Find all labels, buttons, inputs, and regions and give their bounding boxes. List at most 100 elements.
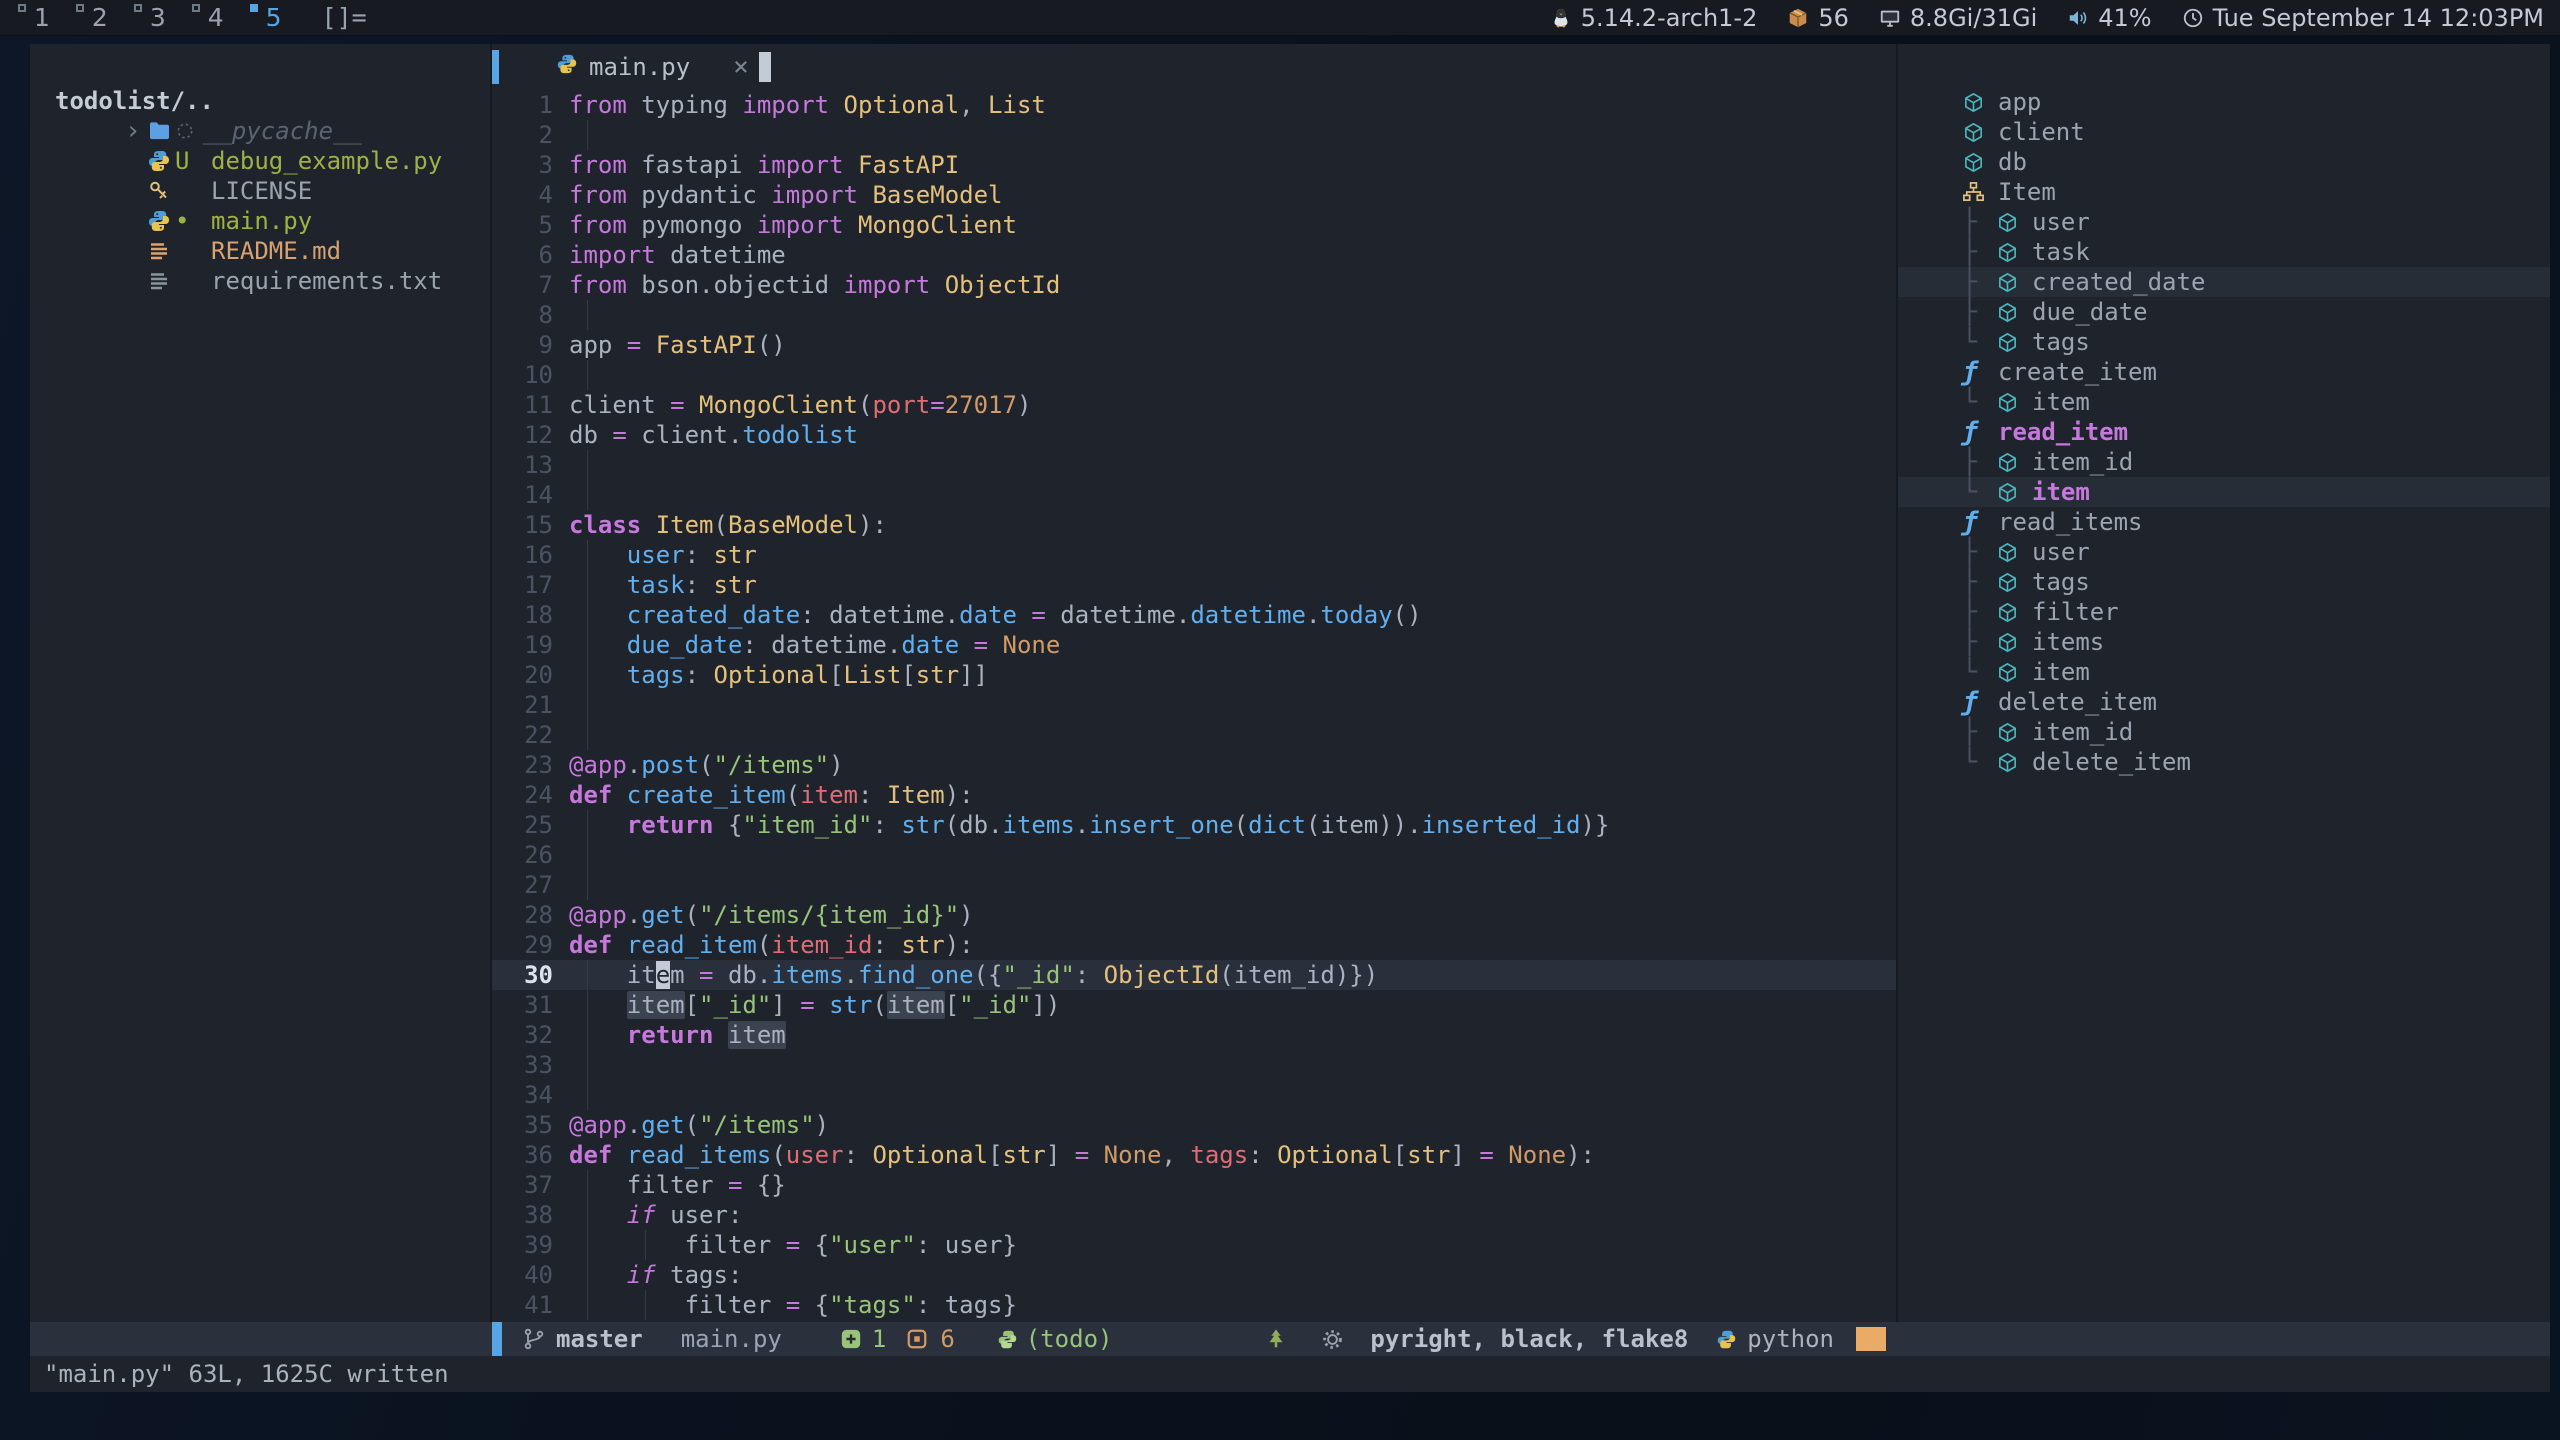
- code-line[interactable]: 36def read_items(user: Optional[str] = N…: [492, 1140, 1896, 1170]
- code-line[interactable]: 16 user: str: [492, 540, 1896, 570]
- code-line[interactable]: 1from typing import Optional, List: [492, 90, 1896, 120]
- indent-guide: [587, 480, 588, 510]
- git-ignored-icon: [175, 121, 195, 141]
- code-line[interactable]: 22: [492, 720, 1896, 750]
- symbol-user[interactable]: ├user: [1898, 537, 2550, 567]
- file-name: main.py: [211, 206, 312, 236]
- workspace-indicator: [192, 4, 200, 12]
- code-line[interactable]: 18 created_date: datetime.date = datetim…: [492, 600, 1896, 630]
- code-line[interactable]: 40 if tags:: [492, 1260, 1896, 1290]
- tree-connector: ├: [1962, 207, 1996, 237]
- code-line[interactable]: 37 filter = {}: [492, 1170, 1896, 1200]
- git-added-icon: [840, 1328, 862, 1350]
- symbol-read_items[interactable]: ƒread_items: [1898, 507, 2550, 537]
- code-line[interactable]: 26: [492, 840, 1896, 870]
- code-line[interactable]: 13: [492, 450, 1896, 480]
- code-line[interactable]: 11client = MongoClient(port=27017): [492, 390, 1896, 420]
- symbol-tags[interactable]: └tags: [1898, 327, 2550, 357]
- code-line[interactable]: 24def create_item(item: Item):: [492, 780, 1896, 810]
- tab-close-icon[interactable]: ×: [733, 52, 749, 82]
- code-line[interactable]: 9app = FastAPI(): [492, 330, 1896, 360]
- code-line[interactable]: 29def read_item(item_id: str):: [492, 930, 1896, 960]
- code-line[interactable]: 39 filter = {"user": user}: [492, 1230, 1896, 1260]
- workspace-5[interactable]: 5: [250, 3, 282, 32]
- code-line-current[interactable]: 30 item = db.items.find_one({"_id": Obje…: [492, 960, 1896, 990]
- symbol-db[interactable]: db: [1898, 147, 2550, 177]
- code-line[interactable]: 19 due_date: datetime.date = None: [492, 630, 1896, 660]
- line-number: 12: [492, 420, 569, 450]
- code-line[interactable]: 14: [492, 480, 1896, 510]
- code-line[interactable]: 6import datetime: [492, 240, 1896, 270]
- indent-guide: [587, 810, 588, 840]
- symbol-delete_item[interactable]: ƒdelete_item: [1898, 687, 2550, 717]
- file-tree-root[interactable]: todolist/..: [30, 86, 490, 116]
- function-icon: ƒ: [1962, 357, 1998, 387]
- tab-main-py[interactable]: main.py ×: [556, 52, 749, 82]
- code-line[interactable]: 21: [492, 690, 1896, 720]
- code-line[interactable]: 5from pymongo import MongoClient: [492, 210, 1896, 240]
- symbol-tags[interactable]: ├tags: [1898, 567, 2550, 597]
- symbol-app[interactable]: app: [1898, 87, 2550, 117]
- code-line[interactable]: 7from bson.objectid import ObjectId: [492, 270, 1896, 300]
- code-line[interactable]: 27: [492, 870, 1896, 900]
- symbol-Item[interactable]: Item: [1898, 177, 2550, 207]
- command-line-message[interactable]: "main.py" 63L, 1625C written: [30, 1356, 2550, 1392]
- symbol-read_item[interactable]: ƒread_item: [1898, 417, 2550, 447]
- code-line[interactable]: 15class Item(BaseModel):: [492, 510, 1896, 540]
- file-tree-item-debug-example-py[interactable]: Udebug_example.py: [30, 146, 490, 176]
- code-line[interactable]: 34: [492, 1080, 1896, 1110]
- file-tree-item-requirements-txt[interactable]: requirements.txt: [30, 266, 490, 296]
- code-buffer[interactable]: 1from typing import Optional, List23from…: [492, 90, 1896, 1322]
- code-line[interactable]: 3from fastapi import FastAPI: [492, 150, 1896, 180]
- symbol-item_id[interactable]: ├item_id: [1898, 447, 2550, 477]
- mode-accent-bar: [492, 1322, 502, 1356]
- code-line[interactable]: 38 if user:: [492, 1200, 1896, 1230]
- indent-guide: [645, 1230, 646, 1260]
- workspace-1[interactable]: 1: [18, 3, 50, 32]
- symbol-label: item: [2032, 657, 2090, 687]
- line-number: 40: [492, 1260, 569, 1290]
- code-line[interactable]: 23@app.post("/items"): [492, 750, 1896, 780]
- file-tree-item--pycache-[interactable]: ›__pycache__: [30, 116, 490, 146]
- code-line[interactable]: 20 tags: Optional[List[str]]: [492, 660, 1896, 690]
- symbol-user[interactable]: ├user: [1898, 207, 2550, 237]
- file-explorer[interactable]: todolist/.. ›__pycache__Udebug_example.p…: [30, 44, 490, 1322]
- layout-symbol[interactable]: []=: [322, 3, 367, 32]
- workspace-3[interactable]: 3: [134, 3, 166, 32]
- symbol-task[interactable]: ├task: [1898, 237, 2550, 267]
- symbol-item[interactable]: └item: [1898, 657, 2550, 687]
- symbol-due_date[interactable]: ├due_date: [1898, 297, 2550, 327]
- tree-connector: ├: [1962, 597, 1996, 627]
- file-tree-item-readme-md[interactable]: README.md: [30, 236, 490, 266]
- workspace-2[interactable]: 2: [76, 3, 108, 32]
- symbol-items[interactable]: ├items: [1898, 627, 2550, 657]
- code-line[interactable]: 31 item["_id"] = str(item["_id"]): [492, 990, 1896, 1020]
- symbol-delete_item[interactable]: └delete_item: [1898, 747, 2550, 777]
- code-line[interactable]: 33: [492, 1050, 1896, 1080]
- symbol-item_id[interactable]: ├item_id: [1898, 717, 2550, 747]
- code-line[interactable]: 2: [492, 120, 1896, 150]
- code-line[interactable]: 35@app.get("/items"): [492, 1110, 1896, 1140]
- code-line[interactable]: 12db = client.todolist: [492, 420, 1896, 450]
- tree-icon: [1265, 1328, 1287, 1350]
- symbol-label: read_items: [1998, 507, 2143, 537]
- symbol-create_item[interactable]: ƒcreate_item: [1898, 357, 2550, 387]
- code-line[interactable]: 10: [492, 360, 1896, 390]
- symbol-filter[interactable]: ├filter: [1898, 597, 2550, 627]
- symbols-outline[interactable]: appclientdbItem├user├task├created_date├d…: [1898, 44, 2550, 1322]
- symbol-item[interactable]: └item: [1898, 477, 2550, 507]
- code-line[interactable]: 17 task: str: [492, 570, 1896, 600]
- code-line[interactable]: 8: [492, 300, 1896, 330]
- code-line[interactable]: 41 filter = {"tags": tags}: [492, 1290, 1896, 1320]
- tree-connector: ├: [1962, 717, 1996, 747]
- code-line[interactable]: 25 return {"item_id": str(db.items.inser…: [492, 810, 1896, 840]
- file-tree-item-main-py[interactable]: •main.py: [30, 206, 490, 236]
- symbol-created_date[interactable]: ├created_date: [1898, 267, 2550, 297]
- code-line[interactable]: 4from pydantic import BaseModel: [492, 180, 1896, 210]
- code-line[interactable]: 32 return item: [492, 1020, 1896, 1050]
- workspace-4[interactable]: 4: [192, 3, 224, 32]
- file-tree-item-license[interactable]: LICENSE: [30, 176, 490, 206]
- symbol-client[interactable]: client: [1898, 117, 2550, 147]
- code-line[interactable]: 28@app.get("/items/{item_id}"): [492, 900, 1896, 930]
- symbol-item[interactable]: └item: [1898, 387, 2550, 417]
